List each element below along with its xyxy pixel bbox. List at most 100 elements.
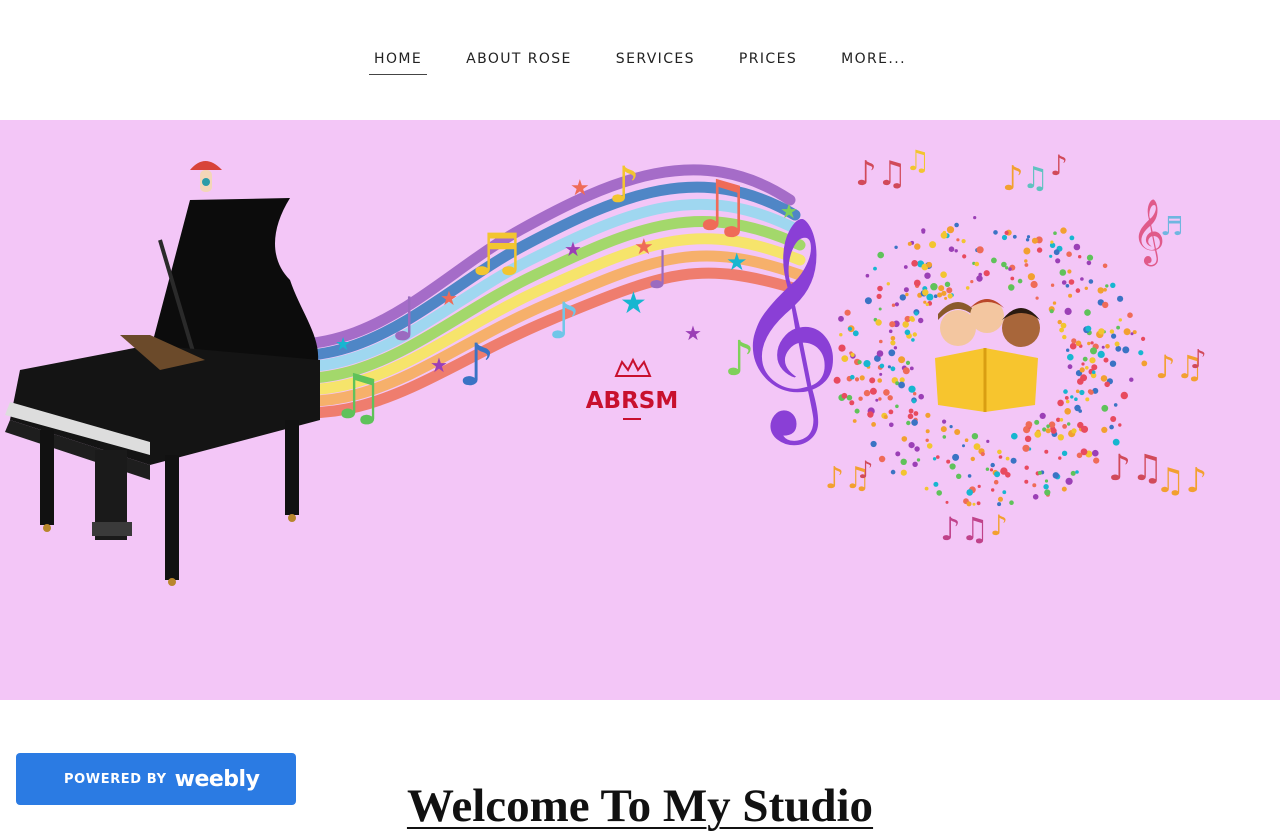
confetti-dot (865, 273, 870, 278)
confetti-dot (1097, 287, 1104, 294)
svg-text:♩: ♩ (390, 285, 418, 355)
confetti-dot (1065, 399, 1070, 404)
confetti-dot (1101, 345, 1105, 349)
confetti-dot (877, 285, 883, 292)
confetti-dot (849, 400, 855, 406)
confetti-dot (1080, 425, 1089, 433)
svg-text:♫: ♫ (905, 144, 930, 177)
confetti-dot (1058, 456, 1062, 460)
confetti-dot (929, 241, 937, 249)
confetti-dot (914, 243, 921, 250)
confetti-dot (1044, 449, 1049, 454)
confetti-dot (907, 413, 914, 420)
confetti-dot (1061, 486, 1067, 492)
confetti-dot (894, 302, 900, 307)
svg-text:♪♫: ♪♫ (940, 510, 989, 548)
confetti-dot (954, 249, 958, 253)
confetti-dot (871, 422, 876, 427)
confetti-dot (989, 468, 994, 472)
confetti-dot (998, 496, 1003, 502)
confetti-dot (894, 245, 898, 249)
confetti-dot (850, 352, 855, 357)
confetti-dot (1024, 435, 1032, 442)
confetti-dot (965, 286, 970, 290)
confetti-dot (1067, 353, 1074, 361)
confetti-dot (903, 265, 908, 269)
confetti-dot (1073, 243, 1081, 251)
svg-text:♪: ♪ (548, 292, 580, 350)
confetti-dot (1118, 423, 1122, 427)
grand-piano-icon (5, 198, 320, 586)
confetti-dot (998, 455, 1003, 459)
confetti-dot (909, 366, 914, 371)
confetti-dot (1118, 318, 1123, 322)
confetti-dot (1086, 260, 1092, 266)
confetti-dot (1032, 494, 1039, 500)
confetti-dot (863, 360, 871, 368)
confetti-dot (1074, 404, 1081, 412)
confetti-dot (1053, 249, 1060, 256)
confetti-dot (890, 366, 896, 372)
confetti-dot (1078, 255, 1082, 259)
confetti-dot (926, 443, 933, 449)
confetti-dot (1097, 350, 1105, 358)
confetti-dot (1110, 416, 1117, 422)
confetti-dot (1064, 396, 1069, 400)
confetti-dot (913, 279, 921, 287)
confetti-dot (993, 230, 998, 235)
confetti-dot (1092, 449, 1099, 457)
svg-text:♩: ♩ (646, 241, 671, 301)
powered-by-weebly-badge[interactable]: POWERED BY weebly (16, 753, 296, 805)
confetti-dot (1011, 432, 1018, 440)
confetti-dot (993, 479, 999, 485)
confetti-dot (889, 422, 894, 428)
confetti-dot (1065, 284, 1070, 288)
confetti-dot (867, 411, 874, 418)
confetti-dot (1062, 334, 1067, 340)
confetti-dot (852, 419, 857, 423)
svg-text:ABRSM: ABRSM (586, 388, 679, 414)
confetti-dot (1089, 357, 1096, 364)
confetti-dot (970, 280, 974, 284)
confetti-dot (1104, 381, 1110, 388)
confetti-dot (854, 408, 860, 414)
confetti-dot (1060, 227, 1067, 234)
confetti-dot (1045, 428, 1051, 434)
confetti-dot (1138, 350, 1144, 356)
confetti-dot (838, 315, 844, 322)
confetti-dot (903, 287, 909, 293)
nav-about-rose[interactable]: ABOUT ROSE (461, 47, 577, 75)
confetti-dot (1001, 234, 1008, 241)
svg-text:𝄞: 𝄞 (730, 214, 842, 445)
confetti-dot (1101, 404, 1109, 412)
nav-home[interactable]: HOME (369, 47, 428, 75)
site-header: HOME ABOUT ROSE SERVICES PRICES MORE... (0, 0, 1280, 120)
confetti-dot (924, 486, 929, 491)
confetti-dot (1012, 234, 1017, 239)
confetti-dot (910, 317, 915, 322)
confetti-dot (908, 408, 914, 414)
confetti-dot (954, 429, 961, 435)
confetti-dot (1077, 378, 1084, 385)
svg-text:★: ★ (570, 176, 590, 201)
nav-services[interactable]: SERVICES (611, 47, 700, 75)
confetti-dot (1115, 345, 1122, 352)
confetti-dot (858, 396, 863, 401)
nav-prices[interactable]: PRICES (734, 47, 802, 75)
confetti-dot (1034, 430, 1042, 438)
confetti-dot (899, 294, 906, 301)
svg-text:★: ★ (620, 286, 647, 321)
confetti-dot (1087, 341, 1091, 346)
confetti-dot (1023, 247, 1031, 255)
confetti-dot (966, 501, 972, 507)
svg-text:♪: ♪ (608, 156, 640, 214)
confetti-dot (890, 336, 896, 341)
confetti-dot (1069, 342, 1077, 350)
confetti-dot (947, 293, 953, 299)
hero-banner: ★ ★ ★ ★ ★ ★ ★ ★ ★ ★ ★ ♬ ♪ ♫ ♩ ♪ ♪ ♩ ♫ ♪ … (0, 120, 1280, 700)
confetti-dot (869, 377, 876, 384)
confetti-dot (1111, 333, 1117, 339)
confetti-dot (877, 251, 884, 259)
confetti-dot (1103, 357, 1109, 363)
nav-more[interactable]: MORE... (836, 47, 911, 75)
